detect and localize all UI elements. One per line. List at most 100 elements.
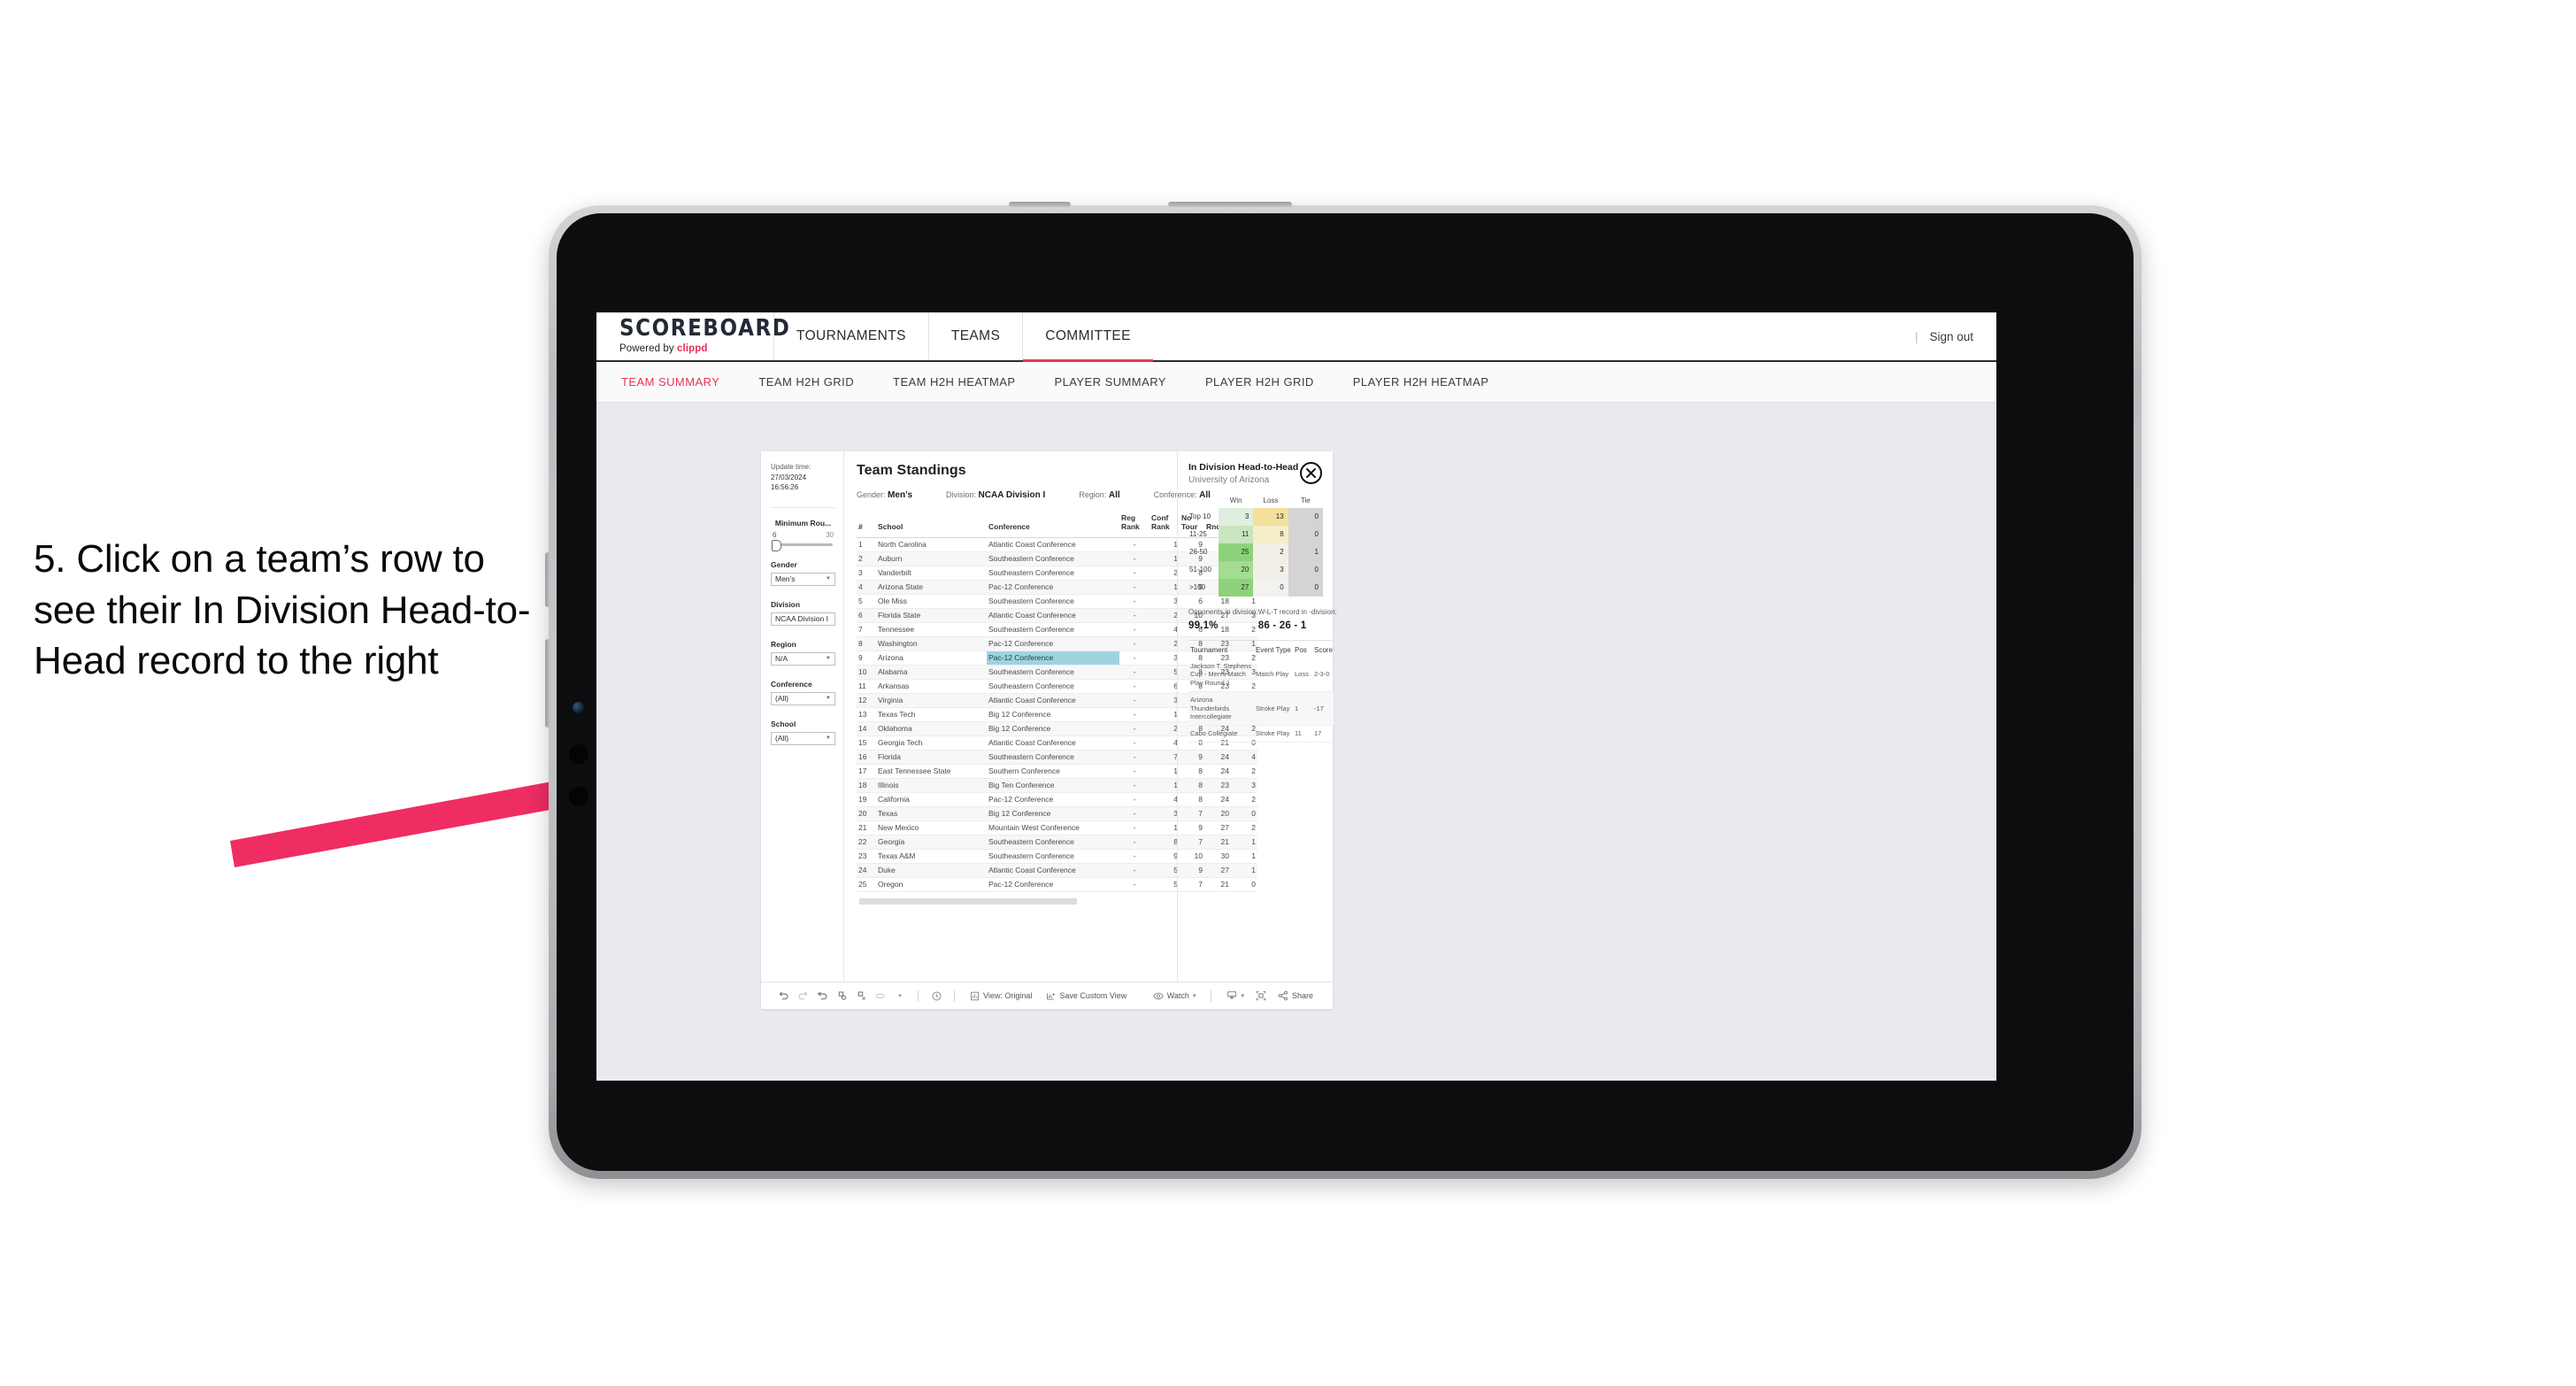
cell-reg-rank: - (1119, 778, 1150, 793)
slider-bounds: 6 30 (771, 531, 835, 539)
filter-gender-label: Gender (771, 559, 797, 569)
download-button[interactable]: ▾ (1219, 990, 1251, 1001)
nav-tab-committee[interactable]: COMMITTEE (1022, 312, 1153, 362)
slider-min-value: 6 (773, 530, 777, 539)
h2h-cell-tie: 1 (1288, 543, 1323, 561)
history-icon[interactable] (927, 986, 946, 1005)
cell-reg-rank: - (1119, 707, 1150, 722)
minimum-rounds-slider[interactable] (772, 539, 833, 551)
cell-reg-rank: - (1119, 835, 1150, 850)
h2h-stats: Opponents in division: 99.1% W-L-T recor… (1188, 608, 1337, 631)
cell-school: Florida State (876, 608, 987, 623)
h2h-row-label: 26-50 (1189, 548, 1208, 557)
h2h-cell-win: 27 (1219, 578, 1254, 597)
cell-pos: Loss (1293, 658, 1312, 692)
sub-tab-player-h2h-heatmap[interactable]: PLAYER H2H HEATMAP (1353, 375, 1509, 389)
cell-reg-rank: - (1119, 594, 1150, 609)
cell-school: North Carolina (876, 537, 987, 552)
filter-conference-select[interactable]: (All) ▼ (771, 691, 835, 705)
filter-school: School (All) ▼ (771, 720, 835, 745)
cell-reg-rank: - (1119, 877, 1150, 892)
save-custom-view-button[interactable]: Save Custom View (1039, 991, 1134, 1001)
sub-tab-player-summary[interactable]: PLAYER SUMMARY (1054, 375, 1185, 389)
h2h-cell-win: 20 (1219, 560, 1254, 579)
cell-conf-rank: 5 (1150, 863, 1180, 878)
cell-conference: Southeastern Conference (987, 622, 1119, 637)
col-school[interactable]: School (876, 511, 987, 538)
sub-tab-team-h2h-grid[interactable]: TEAM H2H GRID (758, 375, 873, 389)
view-shape-icon[interactable] (871, 986, 890, 1005)
cell-rank: 12 (857, 693, 876, 708)
view-shape-dropdown-caret[interactable]: ▾ (890, 986, 910, 1005)
nav-tab-label: TEAMS (950, 328, 1001, 343)
sensor-dot-one (569, 744, 588, 764)
chevron-down-icon: ▾ (1241, 993, 1244, 999)
minimum-rounds-control: Minimum Rou... 6 30 (771, 518, 835, 551)
cell-conference: Pac-12 Conference (987, 636, 1119, 651)
h2h-corner-cell (1188, 496, 1219, 508)
revert-icon[interactable] (812, 986, 832, 1005)
chevron-down-icon: ▾ (898, 993, 902, 999)
cell-rank: 5 (857, 594, 876, 609)
view-original-button[interactable]: View: Original (963, 991, 1039, 1001)
h2h-row-label: 11-25 (1189, 530, 1207, 539)
close-icon[interactable] (1300, 462, 1322, 484)
filter-gender-select[interactable]: Men’s ▼ (771, 572, 835, 586)
fullscreen-icon[interactable] (1251, 986, 1271, 1005)
cell-school: Texas (876, 806, 987, 821)
cell-reg-rank: - (1119, 566, 1150, 581)
cell-rank: 13 (857, 707, 876, 722)
h2h-cell-loss: 0 (1253, 578, 1288, 597)
h2h-matrix-row: Top 10 3 13 0 (1188, 507, 1323, 526)
redo-icon[interactable] (793, 986, 812, 1005)
cell-conference: Big 12 Conference (987, 806, 1119, 821)
cell-conf-rank: 6 (1150, 679, 1180, 694)
cell-conf-rank: 1 (1150, 778, 1180, 793)
refresh-data-icon[interactable] (832, 986, 851, 1005)
tablet-screen: SCOREBOARD Powered by clippd TOURNAMENTS… (596, 312, 1996, 1081)
slider-handle[interactable] (772, 539, 781, 551)
sub-tab-player-h2h-grid[interactable]: PLAYER H2H GRID (1205, 375, 1334, 389)
filter-division-value: NCAA Division I (775, 614, 828, 624)
cell-rank: 21 (857, 820, 876, 835)
minimum-rounds-label: Minimum Rou... (774, 518, 832, 527)
horizontal-scrollbar[interactable] (859, 897, 1078, 905)
summary-value: NCAA Division I (978, 490, 1046, 500)
list-item[interactable]: Jackson T. Stephens Cup - Men’s Match Pl… (1188, 658, 1334, 692)
cell-conf-rank: 1 (1150, 551, 1180, 566)
list-item[interactable]: Cabo Collegiate Stroke Play 11 17 (1188, 725, 1334, 743)
cell-conf-rank: 1 (1150, 820, 1180, 835)
sub-tab-team-h2h-heatmap[interactable]: TEAM H2H HEATMAP (893, 375, 1034, 389)
cell-conference: Atlantic Coast Conference (987, 537, 1119, 552)
pause-updates-icon[interactable] (851, 986, 871, 1005)
cell-school: Arizona (876, 651, 987, 666)
sub-tab-team-summary[interactable]: TEAM SUMMARY (621, 375, 739, 389)
dashboard-toolbar: ▾ View: Original Save Custom View Watch … (761, 982, 1333, 1009)
filter-division-select[interactable]: NCAA Division I (771, 612, 835, 626)
sign-out-link[interactable]: Sign out (1929, 330, 1973, 343)
watch-button[interactable]: Watch ▾ (1146, 991, 1203, 1001)
app-header: SCOREBOARD Powered by clippd TOURNAMENTS… (596, 312, 1996, 362)
cell-school: Texas A&M (876, 849, 987, 864)
col-conf-rank[interactable]: Conf Rank (1150, 511, 1180, 538)
col-reg-rank[interactable]: Reg Rank (1119, 511, 1150, 538)
nav-tab-label: TOURNAMENTS (796, 328, 906, 343)
cell-conference: Southeastern Conference (987, 566, 1119, 581)
list-item[interactable]: Arizona Thunderbirds Intercollegiate Stro… (1188, 691, 1334, 727)
filter-school-select[interactable]: (All) ▼ (771, 731, 835, 745)
cell-school: Auburn (876, 551, 987, 566)
brand-logo[interactable]: SCOREBOARD Powered by clippd (596, 317, 789, 354)
cell-school: Virginia (876, 693, 987, 708)
cell-reg-rank: - (1119, 693, 1150, 708)
nav-tab-tournaments[interactable]: TOURNAMENTS (773, 312, 928, 360)
cell-pos: 11 (1293, 725, 1312, 743)
cell-reg-rank: - (1119, 735, 1150, 751)
undo-icon[interactable] (773, 986, 793, 1005)
nav-tab-teams[interactable]: TEAMS (927, 312, 1022, 360)
cell-school: East Tennessee State (876, 764, 987, 779)
col-rank[interactable]: # (857, 511, 876, 538)
cell-school: Illinois (876, 778, 987, 793)
col-conference[interactable]: Conference (987, 511, 1119, 538)
share-button[interactable]: Share (1271, 990, 1320, 1001)
filter-region-select[interactable]: N/A ▼ (771, 651, 835, 666)
